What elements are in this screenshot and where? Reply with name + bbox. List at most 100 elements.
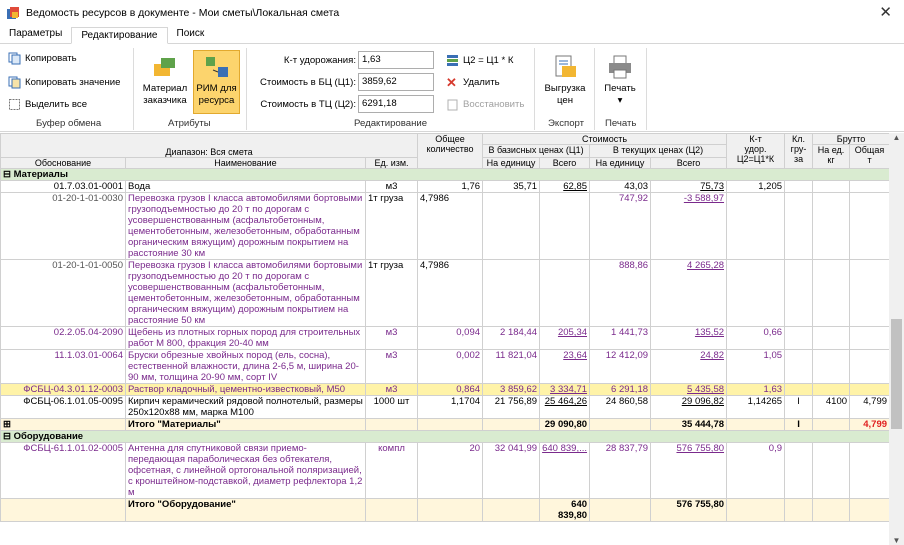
copy-value-button[interactable]: Копировать значение: [8, 76, 120, 89]
k-header-line3: Ц2=Ц1*К: [736, 154, 775, 164]
table-row[interactable]: 02.2.05.04-2090 Щебень из плотных горных…: [0, 326, 889, 350]
collapse-icon[interactable]: ⊟: [3, 170, 11, 180]
printer-icon: [606, 54, 634, 80]
bc-field[interactable]: 3859,62: [358, 73, 434, 91]
current-unit-cell: 43,03: [589, 180, 652, 193]
editing-group-label: Редактирование: [354, 118, 428, 129]
base-total-cell[interactable]: 205,34: [539, 326, 591, 350]
collapse-icon[interactable]: ⊟: [3, 432, 11, 442]
qty-cell: 4,7986: [417, 192, 484, 260]
total-t-header[interactable]: Общая т: [849, 144, 889, 169]
close-icon[interactable]: ✕: [879, 3, 892, 21]
table-row[interactable]: 01-20-1-01-0050 Перевозка грузов I класс…: [0, 259, 889, 327]
unit-cell: 1000 шт: [364, 395, 419, 419]
current-total-header[interactable]: Всего: [650, 157, 728, 169]
qty-header[interactable]: Общее количество: [417, 133, 484, 169]
total-row-materials[interactable]: ⊞ Итого "Материалы" 29 090,80 35 444,78 …: [0, 418, 889, 431]
delete-label: Удалить: [463, 77, 500, 88]
section-row-equipment[interactable]: ⊟ Оборудование: [0, 430, 889, 443]
current-total-cell[interactable]: 75,73: [650, 180, 728, 193]
k-label: К-т удорожания:: [283, 55, 356, 66]
export-prices-button[interactable]: Выгрузка цен: [540, 54, 590, 107]
per-kg-header[interactable]: На ед. кг: [812, 144, 851, 169]
total-label: Итого "Оборудование": [125, 498, 366, 522]
class-cell: [784, 349, 814, 384]
clipboard-group-label: Буфер обмена: [36, 118, 102, 129]
base-total-cell[interactable]: 23,64: [539, 349, 591, 384]
formula-button[interactable]: Ц2 = Ц1 * К: [446, 54, 513, 67]
delete-button[interactable]: ✕ Удалить: [446, 76, 500, 89]
restore-button[interactable]: Восстановить: [446, 98, 524, 111]
section-row-materials[interactable]: ⊟ Материалы: [0, 168, 889, 181]
unit-cell: м3: [364, 383, 419, 396]
customer-material-label2: заказчика: [143, 95, 187, 106]
k-header[interactable]: К-т удор. Ц2=Ц1*К: [726, 133, 786, 169]
table-row[interactable]: ФСБЦ-06.1.01.05-0095 Кирпич керамический…: [0, 395, 889, 419]
customer-material-button[interactable]: Материал заказчика: [140, 54, 190, 107]
current-total-cell[interactable]: 576 755,80: [650, 442, 728, 499]
resource-table: Диапазон: Вся смета Общее количество Стои…: [0, 133, 889, 522]
table-row-selected[interactable]: ФСБЦ-04.3.01.12-0003 Раствор кладочный, …: [0, 383, 889, 396]
tab-editing[interactable]: Редактирование: [71, 27, 168, 44]
current-unit-header[interactable]: На единицу: [589, 157, 652, 169]
k-header-line1: К-т: [749, 134, 762, 145]
current-total-cell[interactable]: 5 435,58: [650, 383, 728, 396]
basis-header[interactable]: Обоснование: [0, 157, 126, 169]
base-total-cell[interactable]: 3 334,71: [539, 383, 591, 396]
current-total-cell[interactable]: -3 588,97: [650, 192, 728, 260]
total-class: I: [784, 418, 814, 431]
tab-parameters[interactable]: Параметры: [0, 26, 71, 43]
class-header[interactable]: Кл. гру-за: [784, 133, 814, 169]
current-total-cell[interactable]: 24,82: [650, 349, 728, 384]
vertical-scrollbar[interactable]: ▲ ▼: [889, 133, 904, 545]
select-all-button[interactable]: Выделить все: [8, 98, 87, 111]
basis-cell: ФСБЦ-06.1.01.05-0095: [0, 395, 126, 419]
copy-value-icon: [8, 76, 21, 89]
restore-label: Восстановить: [463, 99, 525, 110]
scroll-up-icon[interactable]: ▲: [889, 133, 904, 142]
unit-header[interactable]: Ед. изм.: [364, 157, 419, 169]
k-field[interactable]: 1,63: [358, 51, 434, 69]
scroll-down-icon[interactable]: ▼: [889, 536, 904, 545]
tc-field[interactable]: 6291,18: [358, 95, 434, 113]
kg-cell: [812, 180, 851, 193]
export-icon: [551, 54, 579, 80]
name-header[interactable]: Наименование: [125, 157, 366, 169]
base-unit-header[interactable]: На единицу: [482, 157, 541, 169]
name-cell: Бруски обрезные хвойных пород (ель, сосн…: [125, 349, 366, 384]
copy-value-label: Копировать значение: [25, 77, 121, 88]
table-row[interactable]: 01.7.03.01-0001 Вода м3 1,76 35,71 62,85…: [0, 180, 889, 193]
total-row-equipment[interactable]: Итого "Оборудование" 640 839,80 576 755,…: [0, 498, 889, 522]
table-row[interactable]: 11.1.03.01-0064 Бруски обрезные хвойных …: [0, 349, 889, 384]
brutto-header: Брутто: [812, 133, 889, 145]
class-header-line1: Кл.: [792, 134, 806, 145]
k-cell: 1,205: [726, 180, 786, 193]
rim-resource-button[interactable]: РИМ для ресурса: [193, 50, 240, 114]
tab-search[interactable]: Поиск: [168, 26, 214, 43]
table-row[interactable]: 01-20-1-01-0030 Перевозка грузов I класс…: [0, 192, 889, 260]
tab-strip: Параметры Редактирование Поиск: [0, 26, 904, 44]
copy-button[interactable]: Копировать: [8, 52, 77, 65]
class-cell: [784, 326, 814, 350]
scroll-thumb[interactable]: [891, 319, 902, 429]
base-unit-cell: 2 184,44: [482, 326, 541, 350]
print-button[interactable]: Печать ▾: [598, 54, 642, 107]
qty-cell: 0,094: [417, 326, 484, 350]
unit-cell: 1т груза: [364, 192, 419, 260]
current-total-cell[interactable]: 135,52: [650, 326, 728, 350]
per-kg-line1: На ед.: [817, 145, 845, 156]
ribbon: Копировать Копировать значение Выделить …: [0, 44, 904, 132]
base-total-cell[interactable]: 640 839,...: [539, 442, 591, 499]
base-total-cell[interactable]: 25 464,26: [539, 395, 591, 419]
bc-label: Стоимость в БЦ (Ц1):: [259, 77, 356, 88]
table-row[interactable]: ФСБЦ-61.1.01.02-0005 Антенна для спутник…: [0, 442, 889, 499]
class-header-line3: за: [793, 154, 804, 164]
total-base: 29 090,80: [539, 418, 591, 431]
current-total-cell[interactable]: 29 096,82: [650, 395, 728, 419]
current-total-cell[interactable]: 4 265,28: [650, 259, 728, 327]
expand-icon[interactable]: ⊞: [3, 420, 11, 430]
k-cell: [726, 192, 786, 260]
base-prices-header: В базисных ценах (Ц1): [482, 144, 591, 158]
base-total-cell[interactable]: 62,85: [539, 180, 591, 193]
base-total-header[interactable]: Всего: [539, 157, 591, 169]
